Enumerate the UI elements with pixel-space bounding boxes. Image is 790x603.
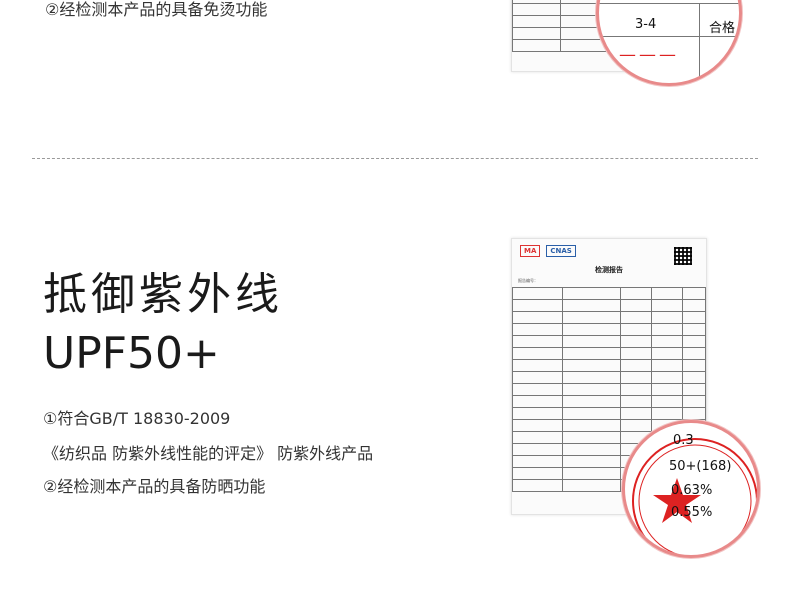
top-magnifier-stamp-arc: ———: [619, 45, 679, 65]
feature-note: ②经检测本产品的具备防晒功能: [43, 477, 266, 496]
section-divider: [32, 158, 758, 159]
magnifier-value-2: 50+(168): [669, 459, 732, 474]
cnas-logo: CNAS: [546, 245, 576, 257]
top-magnifier-value: 3-4: [635, 17, 657, 32]
standard-line: ①符合GB/T 18830-2009: [43, 409, 231, 428]
magnifier-value-4: 0.55%: [671, 505, 713, 520]
report-magnifier: 0.3 50+(168) 0.63% 0.55%: [622, 420, 760, 558]
top-magnifier: 3-4 合格 ———: [596, 0, 742, 86]
section-subheading: UPF50+: [43, 328, 220, 379]
report-title: 检测报告: [595, 266, 623, 274]
qr-code-icon: [674, 247, 692, 265]
magnifier-value-1: 0.3: [673, 433, 694, 448]
magnifier-value-3: 0.63%: [671, 483, 713, 498]
top-magnifier-result: 合格: [709, 21, 736, 36]
ma-logo: MA: [520, 245, 541, 257]
standard-title-line: 《纺织品 防紫外线性能的评定》 防紫外线产品: [43, 444, 374, 463]
top-feature-note: ②经检测本产品的具备免烫功能: [45, 0, 268, 19]
section-heading: 抵御紫外线: [43, 269, 283, 320]
report-number-label: 报告编号：: [518, 278, 538, 283]
